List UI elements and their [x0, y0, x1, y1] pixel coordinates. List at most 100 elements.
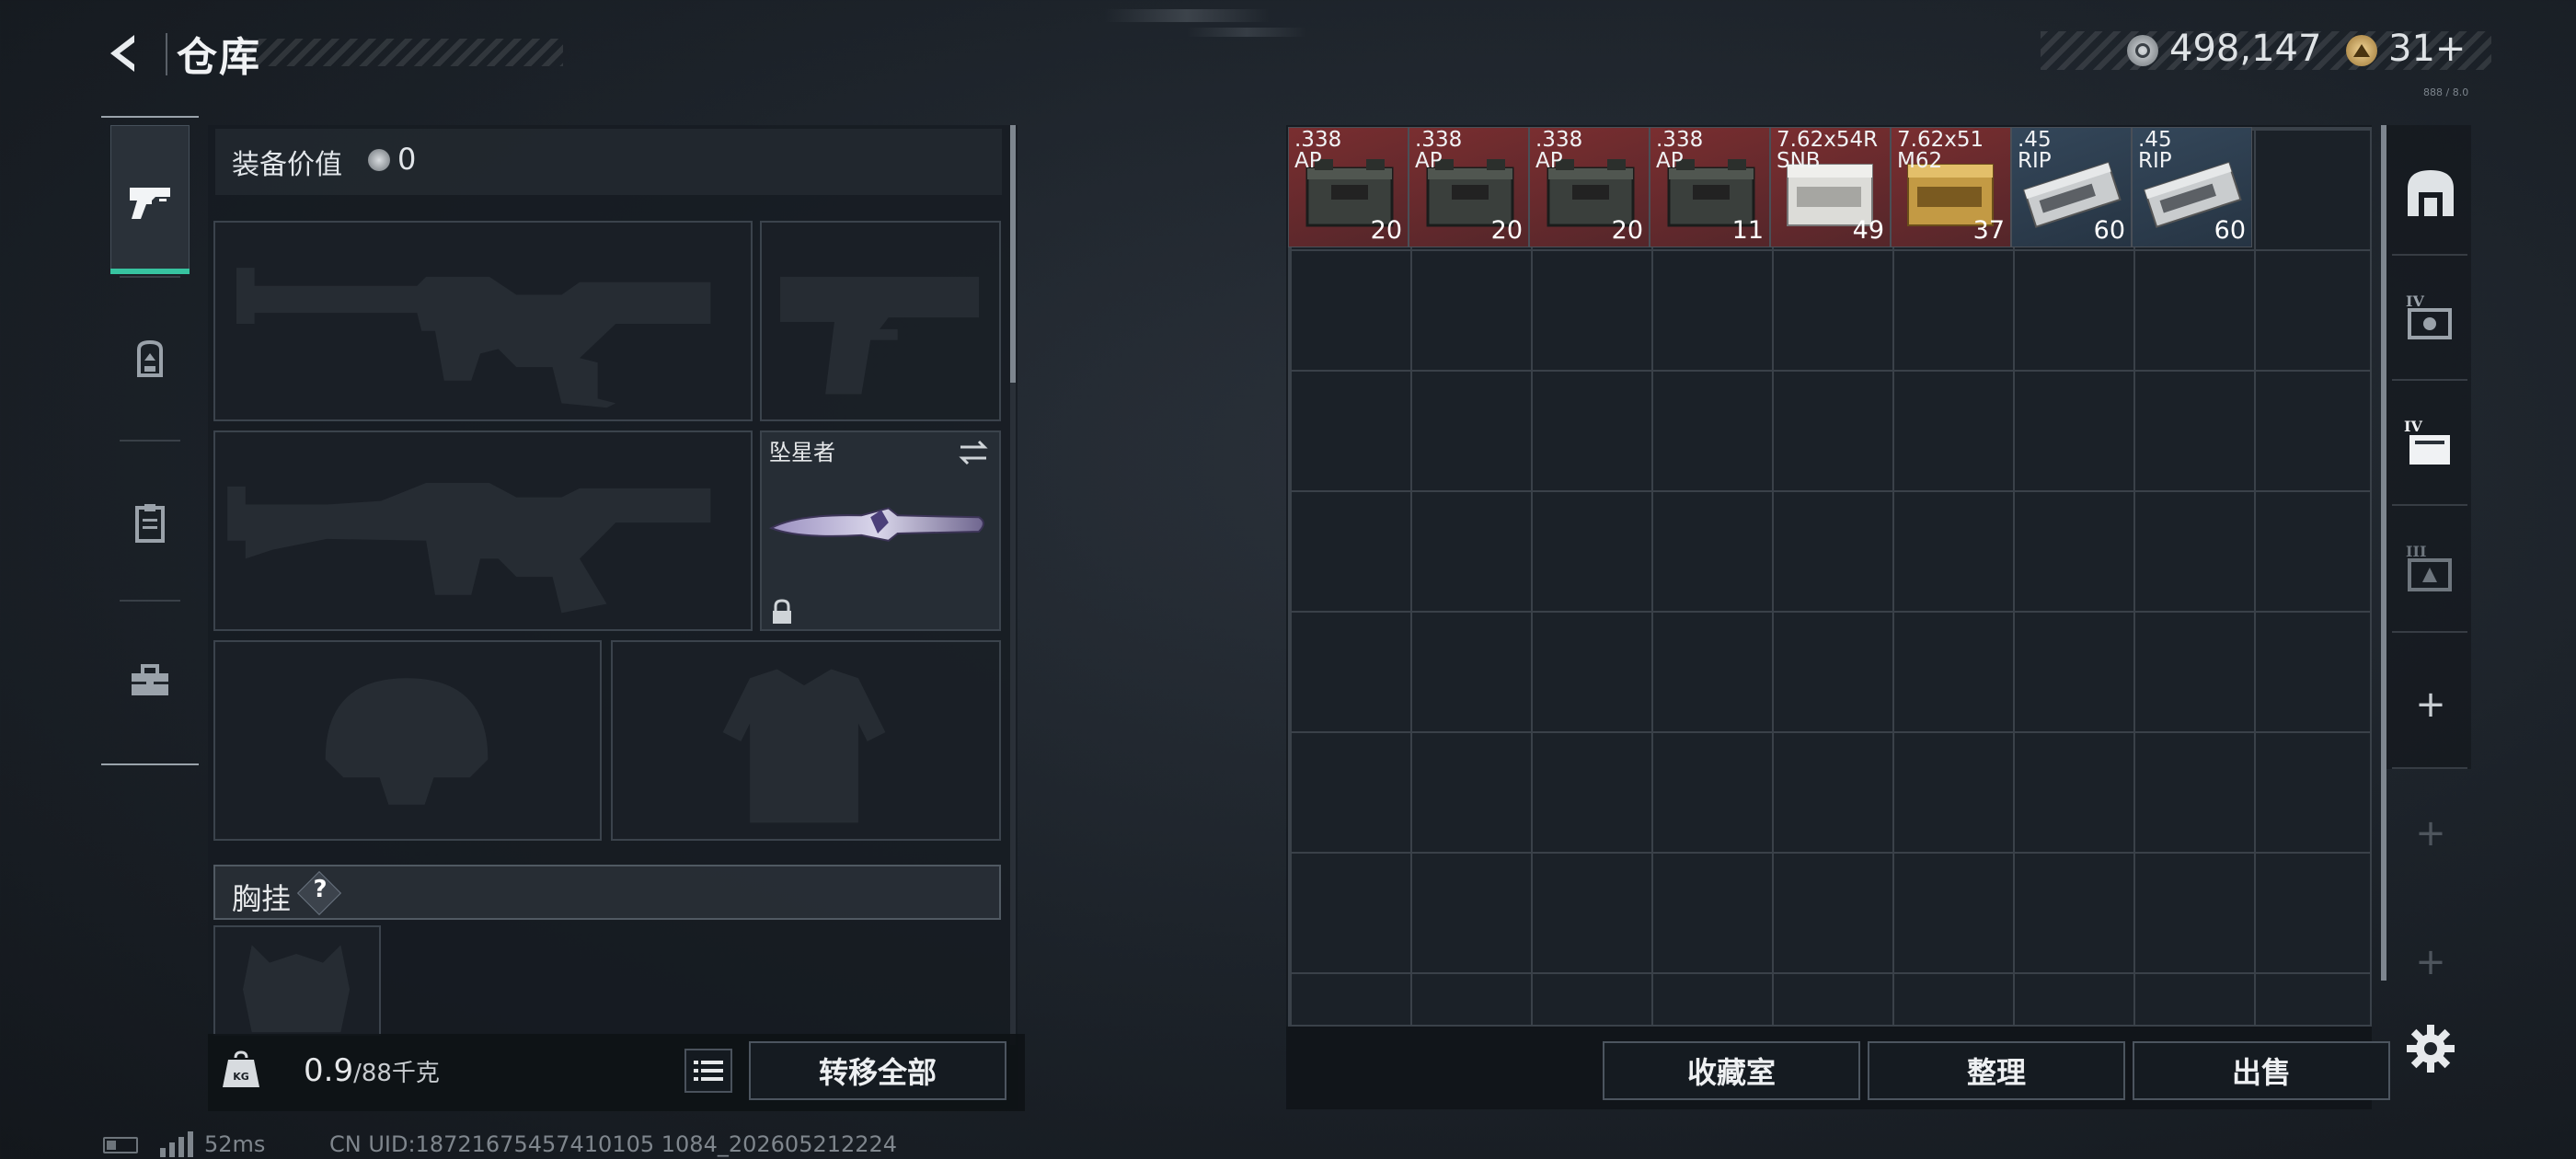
battery-level — [107, 1141, 116, 1150]
coin-icon — [2127, 35, 2158, 66]
equipment-value-label: 装备价值 — [232, 149, 342, 181]
storage-item[interactable]: .45 RIP 60 — [2011, 127, 2132, 247]
add-storage-tab-button-disabled: + — [2415, 812, 2446, 855]
background-light-streak — [1187, 28, 1306, 37]
rifle-silhouette-icon — [236, 268, 711, 408]
svg-text:IV: IV — [2406, 293, 2424, 310]
kg-badge-text: KG — [233, 1071, 249, 1083]
chest-rig-slot[interactable] — [213, 925, 381, 1036]
tab-separator — [2392, 379, 2467, 381]
pistol-icon — [130, 188, 170, 219]
settings-button[interactable] — [2405, 1023, 2456, 1074]
carry-weight: 0.9/88千克 — [304, 1052, 440, 1089]
add-storage-tab-button-disabled: + — [2415, 941, 2446, 983]
carry-weight-value: 0.9 — [304, 1052, 354, 1089]
tab-separator — [120, 600, 180, 602]
back-button[interactable] — [99, 28, 151, 79]
tabs-top-rule — [101, 116, 199, 118]
storage-item-count: 49 — [1852, 216, 1884, 245]
tab-tier-iii-box[interactable]: III — [2396, 511, 2466, 622]
storage-item-count: 20 — [1370, 216, 1402, 245]
tab-separator — [120, 440, 180, 442]
storage-item-count: 20 — [1490, 216, 1523, 245]
tab-separator — [2392, 631, 2467, 633]
pistol-silhouette-icon — [780, 276, 979, 395]
background-light-streak — [1104, 9, 1270, 22]
storage-item[interactable]: .338 AP 20 — [1409, 127, 1529, 247]
gear-icon — [2407, 1025, 2455, 1073]
list-icon — [694, 1061, 723, 1081]
storage-item-name: 7.62x51 M62 — [1897, 128, 1984, 173]
armor-vest-silhouette-icon — [722, 669, 886, 823]
storage-item[interactable]: .338 AP 20 — [1288, 127, 1409, 247]
helmet-slot[interactable] — [213, 640, 602, 841]
storage-item-name: .45 RIP — [2018, 128, 2052, 173]
ping-latency: 52ms — [204, 1131, 266, 1157]
safe-box-icon — [2408, 170, 2454, 216]
storage-grid[interactable] — [1288, 127, 2372, 1027]
transfer-all-button[interactable]: 转移全部 — [749, 1041, 1006, 1100]
storage-item-name: .45 RIP — [2138, 128, 2172, 173]
add-currency-icon[interactable]: + — [2435, 28, 2467, 70]
version-tag: 888 / 8.0 — [2423, 86, 2469, 98]
header-divider — [166, 33, 167, 75]
tab-separator — [120, 276, 180, 278]
storage-item-name: 7.62x54R SNB — [1777, 128, 1879, 173]
primary-weapon-slot-1[interactable] — [213, 221, 753, 421]
currency-secondary-amount[interactable]: 31+ — [2388, 28, 2466, 70]
tab-separator — [2392, 767, 2467, 769]
active-tab-indicator — [110, 269, 190, 274]
swap-button[interactable] — [957, 436, 990, 469]
svg-text:IV: IV — [2404, 418, 2422, 435]
currency-secondary-value: 31 — [2388, 28, 2435, 70]
clipboard-icon — [135, 504, 165, 543]
storage-item-count: 37 — [1972, 216, 2005, 245]
storage-item-count: 20 — [1611, 216, 1643, 245]
storage-item[interactable]: .45 RIP 60 — [2132, 127, 2252, 247]
list-view-button[interactable] — [684, 1049, 732, 1093]
storage-item[interactable]: .338 AP 11 — [1650, 127, 1770, 247]
melee-weapon-name: 坠星者 — [769, 440, 835, 465]
tab-tier-iv-case[interactable]: IV — [2396, 261, 2466, 372]
storage-item[interactable]: .338 AP 20 — [1529, 127, 1650, 247]
tab-toolbox[interactable] — [110, 607, 190, 754]
coin-icon — [368, 149, 390, 171]
storage-item[interactable]: 7.62x54R SNB 49 — [1770, 127, 1891, 247]
tab-tier-iv-container[interactable]: IV — [2396, 386, 2466, 497]
user-uid: CN UID:18721675457410105 1084_2026052122… — [329, 1131, 898, 1157]
toolbox-icon — [132, 664, 168, 695]
tab-weapons[interactable] — [110, 125, 190, 272]
tier-iv-case-icon: IV — [2406, 293, 2452, 339]
tabs-bottom-rule — [101, 763, 199, 765]
sidearm-slot[interactable] — [760, 221, 1001, 421]
title-hatch-decoration — [241, 39, 563, 66]
collection-room-button[interactable]: 收藏室 — [1603, 1041, 1860, 1100]
equipment-scrollbar-thumb[interactable] — [1010, 125, 1016, 383]
sort-button[interactable]: 整理 — [1868, 1041, 2125, 1100]
equipment-value-amount: 0 — [397, 142, 417, 177]
primary-weapon-slot-2[interactable] — [213, 430, 753, 631]
storage-item-count: 11 — [1731, 216, 1764, 245]
chevron-left-icon — [110, 35, 134, 72]
help-icon-glyph: ? — [313, 876, 328, 903]
signal-icon — [158, 1131, 195, 1157]
tier-iii-box-icon: III — [2406, 543, 2452, 591]
premium-coin-icon — [2346, 35, 2377, 66]
tab-backpack[interactable] — [110, 285, 190, 432]
chest-rig-silhouette-icon — [243, 945, 351, 1033]
storage-item-count: 60 — [2093, 216, 2125, 245]
tab-clipboard[interactable] — [110, 449, 190, 596]
add-storage-tab-button[interactable]: + — [2396, 668, 2466, 741]
storage-item[interactable]: 7.62x51 M62 37 — [1891, 127, 2011, 247]
currency-primary-amount: 498,147 — [2169, 28, 2322, 70]
tab-separator — [2392, 254, 2467, 256]
storage-item-count: 60 — [2214, 216, 2246, 245]
storage-item-name: .338 AP — [1294, 128, 1342, 173]
chest-rig-label: 胸挂 — [232, 881, 292, 916]
rifle-silhouette-icon — [227, 482, 711, 614]
body-armor-slot[interactable] — [611, 640, 1001, 841]
sell-button[interactable]: 出售 — [2133, 1041, 2390, 1100]
storage-item-name: .338 AP — [1535, 128, 1583, 173]
carry-weight-capacity: /88千克 — [353, 1060, 440, 1087]
tab-safe-box[interactable] — [2396, 138, 2466, 248]
